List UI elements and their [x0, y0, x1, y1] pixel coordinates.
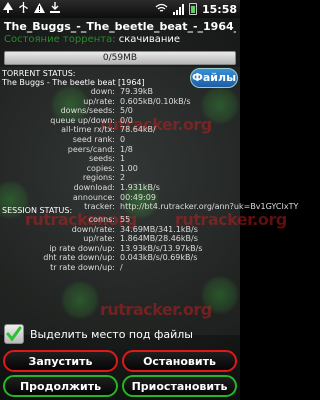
torrent-stat-row: down: 79.39kB: [0, 87, 195, 97]
torrent-stat-key: peers/cand:: [67, 144, 115, 154]
session-stat-row: ip rate down/up: 13.93kB/s/13.97kB/s: [0, 243, 202, 254]
torrent-stat-value: 0/0: [120, 115, 133, 125]
session-stat-key: down/rate:: [71, 224, 115, 234]
torrent-stat-key: regions:: [82, 173, 115, 183]
torrent-stat-value: 79.39kB: [120, 87, 154, 96]
session-stat-row: tr rate down/up: /: [0, 263, 195, 273]
session-stat-key: up/rate:: [83, 234, 115, 244]
rutracker-logo-icon: [60, 280, 100, 320]
torrent-state-line: Состояние торрента: скачивание: [4, 34, 180, 45]
pause-button[interactable]: Приостановить: [122, 375, 237, 397]
session-status-header: SESSION STATUS:: [2, 206, 73, 215]
warning-icon: [34, 2, 45, 16]
rutracker-logo-icon: [200, 275, 240, 315]
battery-icon: [188, 3, 197, 15]
start-button[interactable]: Запустить: [3, 350, 118, 372]
session-stat-value: /: [120, 263, 123, 272]
torrent-stat-row: up/rate: 0.605kB/0.10kB/s: [0, 97, 195, 107]
download-progress-bar: 0/59MB: [4, 51, 236, 65]
signal-icon: [172, 3, 184, 15]
progress-label: 0/59MB: [102, 53, 138, 63]
torrent-stat-value: 2: [120, 173, 126, 183]
torrent-status-header: TORRENT STATUS:: [2, 69, 76, 78]
stop-button[interactable]: Остановить: [122, 350, 237, 372]
torrent-stat-value: http://bt4.rutracker.org/ann?uk=Bv1GYCIx…: [120, 202, 299, 212]
torrent-stat-value: 0.605kB/0.10kB/s: [120, 96, 191, 106]
torrent-stat-value: 0: [120, 135, 126, 144]
torrent-stat-value: 1.931kB/s: [120, 183, 160, 192]
torrent-stat-row: all-time rx/tx: 78.64kB/: [0, 125, 195, 135]
session-stat-value: 55: [120, 215, 131, 224]
rutracker-logo-icon: [200, 85, 240, 125]
session-stat-key: ip rate down/up:: [49, 243, 115, 253]
session-stat-value: 1.864MB/28.46kB/s: [120, 234, 198, 244]
session-stat-value: 13.93kB/s/13.97kB/s: [120, 243, 203, 253]
session-stat-row: down/rate: 34.69MB/341.1kB/s: [0, 224, 198, 235]
torrent-stat-key: seed rank:: [72, 135, 115, 144]
session-stat-value: 34.69MB/341.1kB/s: [120, 224, 198, 234]
session-stat-row: conns: 55: [0, 215, 195, 225]
torrent-stat-key: seeds:: [89, 154, 115, 164]
tree-icon: [3, 2, 13, 16]
torrent-stat-key: download:: [73, 183, 115, 192]
status-bar: 15:58: [0, 0, 240, 18]
session-stat-key: dht rate down/up:: [43, 253, 115, 263]
session-stat-value: 0.043kB/s/0.69kB/s: [120, 253, 198, 263]
usb-icon: [18, 2, 29, 16]
watermark: rutracker.org: [100, 300, 212, 319]
session-stat-row: dht rate down/up: 0.043kB/s/0.69kB/s: [0, 253, 198, 263]
torrent-stat-key: up/rate:: [83, 96, 115, 106]
torrent-stat-value: 1: [120, 154, 126, 164]
wifi-icon: [155, 3, 168, 16]
torrent-stat-row: copies: 1.00: [0, 164, 195, 174]
resume-button[interactable]: Продолжить: [3, 375, 118, 397]
checkmark-icon: [6, 326, 22, 342]
torrent-stat-row: download: 1.931kB/s: [0, 183, 195, 193]
torrent-title: The_Buggs_-_The_beetle_beat_-_1964_.torr…: [4, 20, 236, 33]
state-value: скачивание: [118, 34, 181, 45]
torrent-name: The Buggs - The beetle beat [1964]: [2, 78, 145, 87]
torrent-stat-row: queue up/down: 0/0: [0, 116, 195, 126]
torrent-stat-row: seeds: 1: [0, 154, 195, 164]
clock: 15:58: [201, 2, 237, 16]
torrent-stat-key: queue up/down:: [50, 115, 115, 125]
torrent-stat-key: all-time rx/tx:: [61, 125, 115, 135]
torrent-stat-row: announce: 00:49:09: [0, 193, 195, 203]
files-button[interactable]: Файлы: [190, 68, 238, 88]
torrent-stat-row: peers/cand: 1/8: [0, 145, 195, 155]
torrent-stat-value: 5/0: [120, 106, 133, 116]
session-stat-row: up/rate: 1.864MB/28.46kB/s: [0, 234, 198, 244]
torrent-stat-key: downs/seeds:: [60, 106, 115, 116]
torrent-stat-row: seed rank: 0: [0, 135, 195, 145]
torrent-stat-value: 1.00: [120, 163, 138, 173]
torrent-stat-key: copies:: [86, 163, 115, 173]
torrent-stat-value: 1/8: [120, 144, 133, 154]
torrent-stat-key: announce:: [72, 192, 115, 202]
torrent-stat-row: regions: 2: [0, 173, 195, 183]
session-stat-key: tr rate down/up:: [50, 263, 115, 272]
preallocate-label: Выделить место под файлы: [30, 327, 193, 341]
torrent-stat-key: down:: [90, 87, 115, 96]
download-icon: [50, 2, 60, 16]
torrent-stat-row: downs/seeds: 5/0: [0, 106, 195, 116]
torrent-stat-value: 00:49:09: [120, 192, 156, 202]
session-stat-key: conns:: [88, 215, 115, 224]
torrent-stat-value: 78.64kB/: [120, 125, 156, 135]
preallocate-checkbox[interactable]: [4, 324, 24, 344]
preallocate-checkbox-row[interactable]: Выделить место под файлы: [4, 323, 193, 345]
state-label: Состояние торрента:: [4, 34, 116, 45]
